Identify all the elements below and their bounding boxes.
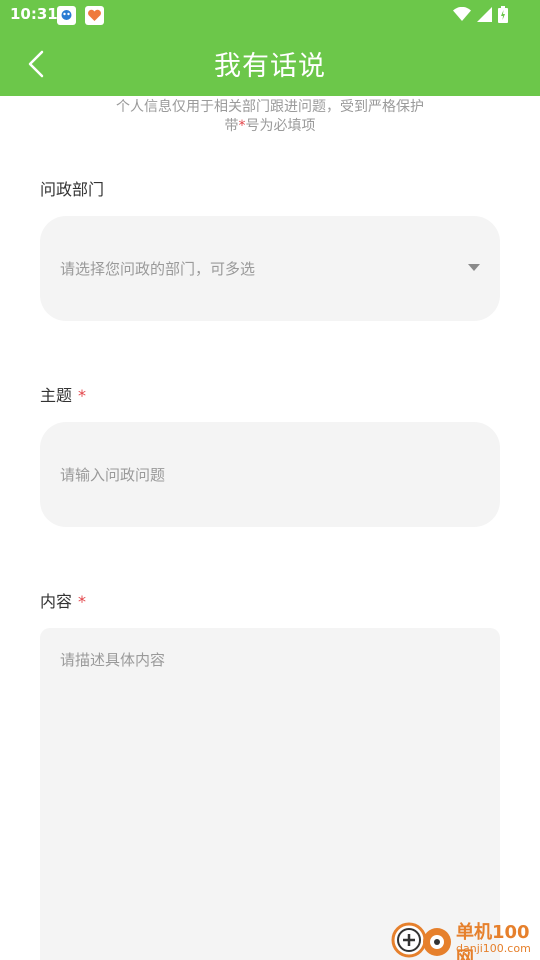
content-label-text: 内容 [40, 592, 73, 611]
status-time: 10:31 [10, 5, 58, 23]
subject-placeholder: 请输入问政问题 [60, 466, 166, 484]
subject-label-text: 主题 [40, 386, 73, 405]
watermark-url: danji100.com [456, 942, 531, 955]
content-textarea[interactable]: 请描述具体内容 [40, 628, 500, 960]
department-placeholder: 请选择您问政的部门，可多选 [60, 260, 256, 278]
department-select[interactable]: 请选择您问政的部门，可多选 [40, 216, 500, 321]
content-required-star: * [78, 592, 87, 611]
system-icons [453, 6, 508, 27]
watermark-logo-icon [390, 916, 454, 960]
privacy-notice-line: 个人信息仅用于相关部门跟进问题，受到严格保护 [116, 99, 424, 115]
required-star: * [238, 118, 246, 134]
status-bar: 10:31 [0, 0, 540, 32]
battery-icon [498, 6, 508, 27]
signal-icon [477, 7, 492, 26]
wifi-icon [453, 6, 471, 26]
page-title: 我有话说 [214, 51, 326, 82]
required-notice-line: 带*号为必填项 [0, 117, 540, 136]
content-placeholder: 请描述具体内容 [60, 651, 166, 669]
required-notice-suffix: 号为必填项 [245, 118, 316, 134]
site-watermark: 单机100网 danji100.com [390, 914, 540, 960]
nav-bar: 我有话说 [0, 32, 540, 96]
notification-heart-icon [85, 6, 104, 25]
privacy-notice: 个人信息仅用于相关部门跟进问题，受到严格保护 带*号为必填项 [0, 98, 540, 136]
department-label: 问政部门 [40, 176, 104, 200]
notification-app-icon [57, 6, 76, 25]
required-notice-prefix: 带 [224, 118, 239, 134]
content-label: 内容 * [40, 588, 86, 612]
subject-label: 主题 * [40, 382, 86, 406]
dropdown-caret-icon [468, 264, 480, 271]
department-label-text: 问政部门 [40, 180, 105, 199]
app-header: 10:31 我有话说 [0, 0, 540, 96]
subject-input[interactable]: 请输入问政问题 [40, 422, 500, 527]
subject-required-star: * [78, 386, 87, 405]
